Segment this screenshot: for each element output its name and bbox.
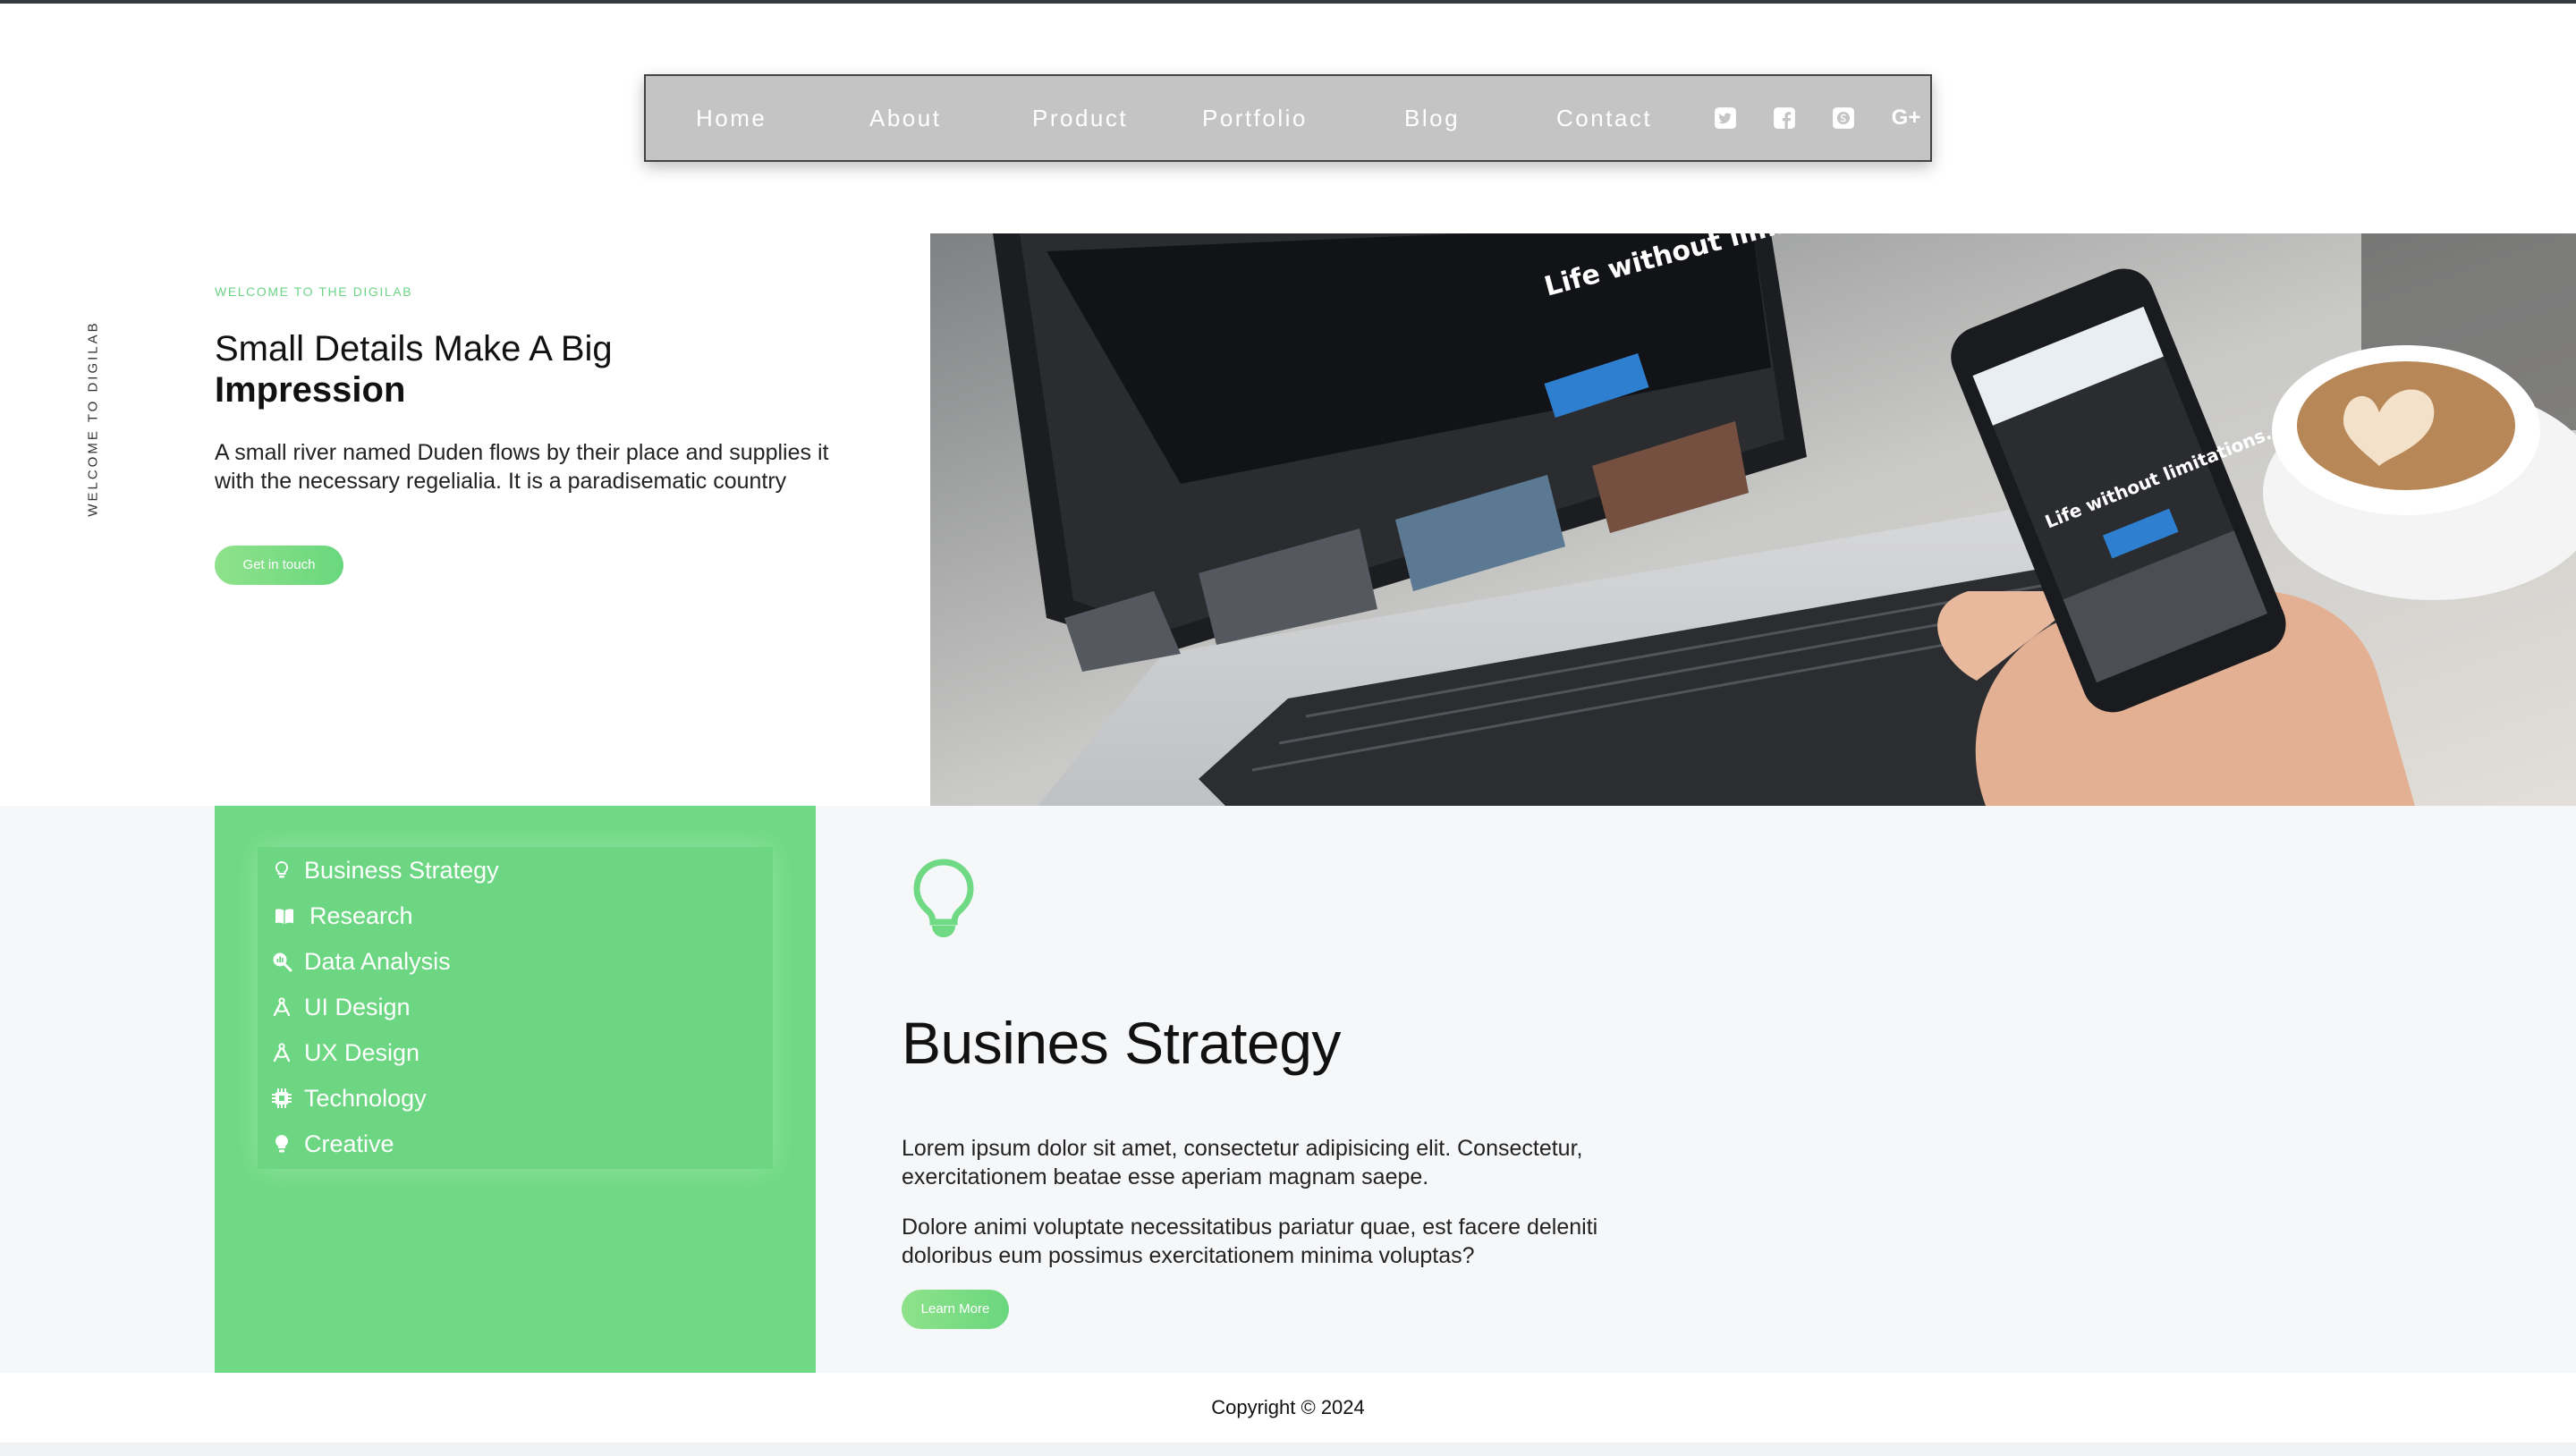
- footer: Copyright © 2024: [0, 1373, 2576, 1443]
- service-tab-ux-design[interactable]: UX Design: [270, 1033, 419, 1072]
- book-open-icon: [270, 904, 299, 927]
- nav-about[interactable]: About: [869, 76, 941, 160]
- hero-description: A small river named Duden flows by their…: [215, 440, 829, 494]
- get-in-touch-button[interactable]: Get in touch: [215, 546, 343, 585]
- learn-more-button[interactable]: Learn More: [902, 1290, 1009, 1329]
- nav-home[interactable]: Home: [696, 76, 767, 160]
- service-label: Data Analysis: [304, 947, 451, 975]
- service-label: Creative: [304, 1130, 394, 1157]
- service-tab-ui-design[interactable]: UI Design: [270, 987, 411, 1027]
- service-tab-data-analysis[interactable]: Data Analysis: [270, 942, 451, 981]
- nav-contact[interactable]: Contact: [1556, 76, 1652, 160]
- lightbulb-icon: [908, 857, 979, 941]
- hero-title-bold: Impression: [215, 370, 406, 410]
- footer-strip: [0, 1443, 2576, 1456]
- search-chart-icon: [270, 950, 293, 973]
- service-tab-list: Business Strategy Research Data Analysis…: [258, 847, 773, 1169]
- hero-title-light: Small Details Make A Big: [215, 329, 613, 368]
- lightbulb-outline-icon: [270, 859, 293, 882]
- twitter-icon[interactable]: [1713, 106, 1738, 131]
- service-paragraph-2: Dolore animi voluptate necessitatibus pa…: [902, 1215, 1598, 1268]
- service-label: Technology: [304, 1084, 427, 1112]
- google-plus-icon[interactable]: G+: [1890, 106, 1922, 131]
- service-label: Business Strategy: [304, 856, 499, 884]
- main-nav: Home About Product Portfolio Blog Contac…: [644, 74, 1932, 162]
- side-vertical-text: WELCOME TO DIGILAB: [85, 320, 101, 517]
- service-tab-creative[interactable]: Creative: [270, 1124, 394, 1164]
- skype-icon[interactable]: [1831, 106, 1856, 131]
- service-title: Busines Strategy: [902, 1010, 1341, 1076]
- drafting-compass-icon: [270, 995, 293, 1019]
- service-label: UI Design: [304, 993, 411, 1020]
- top-rule: [0, 0, 2576, 4]
- chip-icon: [270, 1087, 293, 1110]
- side-vertical-label: WELCOME TO DIGILAB: [82, 320, 104, 517]
- nav-portfolio[interactable]: Portfolio: [1202, 76, 1308, 160]
- nav-blog[interactable]: Blog: [1404, 76, 1460, 160]
- service-tab-research[interactable]: Research: [270, 896, 413, 935]
- facebook-icon[interactable]: [1772, 106, 1797, 131]
- hero-image: Life without limitations. Life without l…: [930, 233, 2576, 806]
- service-paragraph-1: Lorem ipsum dolor sit amet, consectetur …: [902, 1136, 1583, 1189]
- hero-eyebrow: WELCOME TO THE DIGILAB: [215, 284, 413, 299]
- nav-product[interactable]: Product: [1032, 76, 1128, 160]
- copyright-text: Copyright © 2024: [1211, 1396, 1365, 1418]
- service-label: UX Design: [304, 1038, 420, 1066]
- service-label: Research: [309, 902, 413, 929]
- service-tab-business-strategy[interactable]: Business Strategy: [270, 851, 499, 890]
- service-tab-technology[interactable]: Technology: [270, 1079, 427, 1118]
- drafting-compass-icon: [270, 1041, 293, 1064]
- lightbulb-icon: [270, 1132, 293, 1155]
